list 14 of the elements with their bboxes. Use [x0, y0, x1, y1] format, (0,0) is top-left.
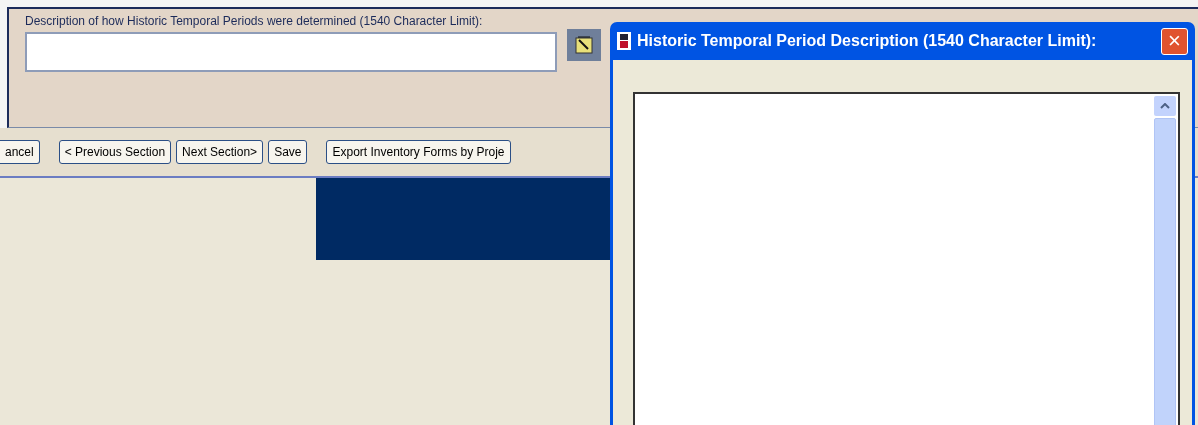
toolbar-button[interactable]: Export Inventory Forms by Proje [326, 140, 511, 164]
toolbar-button[interactable]: Save [268, 140, 308, 164]
toolbar-button[interactable]: ancel [0, 140, 40, 164]
close-button[interactable]: × [1161, 27, 1188, 55]
dialog-title: Historic Temporal Period Description (1540 Character Limit): [637, 31, 1098, 51]
toolbar-button[interactable]: Next Section> [176, 140, 264, 164]
scroll-up-button[interactable] [1154, 96, 1176, 116]
description-text-area[interactable] [633, 92, 1180, 425]
app-icon [617, 32, 631, 50]
note-pencil-icon [575, 36, 593, 54]
field-label: Description of how Historic Temporal Periods were determined (1540 Character Limit): [25, 13, 484, 29]
description-field[interactable] [25, 32, 557, 72]
edit-note-button[interactable] [567, 29, 601, 61]
toolbar-button[interactable]: < Previous Section [58, 140, 172, 164]
